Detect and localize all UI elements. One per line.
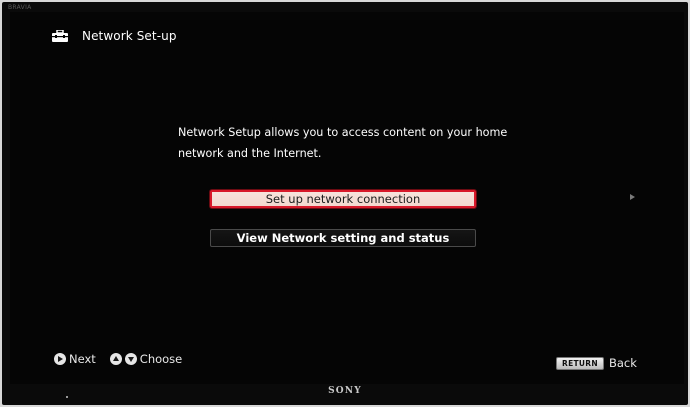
footer-back-hint: RETURN Back bbox=[556, 356, 637, 370]
brand-logo: SONY bbox=[328, 386, 362, 396]
choose-hint-label: Choose bbox=[139, 352, 183, 366]
right-dpad-icon bbox=[54, 353, 66, 365]
view-network-status-button[interactable]: View Network setting and status bbox=[210, 229, 476, 247]
up-dpad-icon bbox=[109, 353, 122, 365]
footer-controls-hint: Next Choose bbox=[54, 352, 182, 366]
description-text: Network Setup allows you to access conte… bbox=[178, 126, 508, 160]
toolbox-icon bbox=[52, 30, 68, 42]
power-led bbox=[66, 396, 68, 398]
model-text: BRAVIA bbox=[8, 4, 32, 11]
header: Network Set-up bbox=[52, 28, 177, 44]
down-dpad-icon bbox=[124, 353, 137, 365]
page-title: Network Set-up bbox=[82, 29, 177, 43]
right-arrow-icon bbox=[630, 194, 635, 200]
back-hint-label: Back bbox=[608, 356, 637, 370]
setup-network-connection-button[interactable]: Set up network connection bbox=[210, 190, 476, 208]
next-hint-label: Next bbox=[69, 352, 96, 366]
return-key-badge: RETURN bbox=[556, 356, 604, 370]
